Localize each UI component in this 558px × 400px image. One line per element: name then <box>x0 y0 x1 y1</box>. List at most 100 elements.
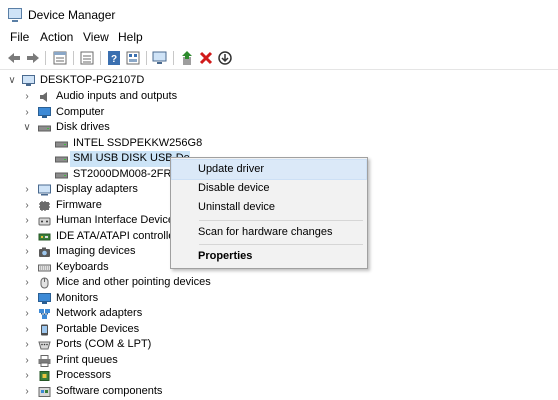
tree-item-ports[interactable]: › Ports (COM & LPT) <box>0 337 400 353</box>
title-bar: Device Manager <box>0 0 558 28</box>
toolbar-separator <box>100 51 101 65</box>
tree-item-label: Monitors <box>56 292 99 304</box>
tree-item-label: Audio inputs and outputs <box>56 90 178 102</box>
disk-drive-icon <box>55 141 68 148</box>
device-manager-icon <box>8 8 22 22</box>
chevron-right-icon[interactable]: › <box>22 91 32 103</box>
camera-icon <box>39 247 50 257</box>
tree-item-portable[interactable]: › Portable Devices <box>0 322 400 338</box>
menu-separator <box>199 244 363 245</box>
tree-item-label: IDE ATA/ATAPI controllers <box>56 230 184 242</box>
chevron-right-icon[interactable]: › <box>22 308 32 320</box>
scan-computer-icon[interactable] <box>152 50 168 66</box>
computer-icon <box>22 75 35 86</box>
tree-root-label: DESKTOP-PG2107D <box>40 74 145 86</box>
tree-item-mice[interactable]: › Mice and other pointing devices <box>0 275 400 291</box>
tree-item-label: Human Interface Devices <box>56 214 180 226</box>
forward-arrow-icon[interactable] <box>25 50 41 66</box>
menu-view[interactable]: View <box>83 30 109 44</box>
tree-item-label: Software components <box>56 385 163 397</box>
speaker-icon <box>40 92 47 102</box>
menu-item-uninstall-device[interactable]: Uninstall device <box>172 198 366 217</box>
chevron-right-icon[interactable]: › <box>22 324 32 336</box>
chevron-down-icon[interactable]: ∨ <box>22 122 32 134</box>
menu-item-label: Uninstall device <box>198 201 276 213</box>
keyboard-icon <box>38 264 51 272</box>
chevron-down-icon[interactable]: ∨ <box>7 75 17 87</box>
chevron-right-icon[interactable]: › <box>22 262 32 274</box>
display-adapter-icon <box>38 184 51 196</box>
tree-item-label: Keyboards <box>56 261 109 273</box>
update-driver-icon[interactable] <box>179 50 195 66</box>
disable-icon[interactable] <box>217 50 233 66</box>
printer-icon <box>38 355 51 367</box>
monitor-icon <box>38 293 51 304</box>
chevron-right-icon[interactable]: › <box>22 215 32 227</box>
window-title: Device Manager <box>28 8 116 22</box>
menu-item-label: Scan for hardware changes <box>198 226 333 238</box>
tree-item-disk-intel[interactable]: INTEL SSDPEKKW256G8 <box>0 136 400 152</box>
chevron-right-icon[interactable]: › <box>22 339 32 351</box>
toolbar: ? <box>0 47 558 70</box>
mouse-icon <box>40 277 49 289</box>
chevron-right-icon[interactable]: › <box>22 184 32 196</box>
tree-item-label: Network adapters <box>56 307 143 319</box>
chevron-right-icon[interactable]: › <box>22 386 32 398</box>
chevron-right-icon[interactable]: › <box>22 200 32 212</box>
menu-item-scan-hardware[interactable]: Scan for hardware changes <box>172 223 366 242</box>
menu-item-disable-device[interactable]: Disable device <box>172 179 366 198</box>
menu-file[interactable]: File <box>10 30 29 44</box>
menu-item-label: Update driver <box>198 163 265 175</box>
menu-separator <box>199 220 363 221</box>
tree-item-audio[interactable]: › Audio inputs and outputs <box>0 89 400 105</box>
toolbar-separator <box>173 51 174 65</box>
view-icon[interactable] <box>79 50 95 66</box>
chevron-right-icon[interactable]: › <box>22 277 32 289</box>
software-component-icon <box>38 387 51 397</box>
tree-item-disk-drives[interactable]: ∨ Disk drives <box>0 120 400 136</box>
help-icon[interactable]: ? <box>106 50 122 66</box>
tree-item-processors[interactable]: › Processors <box>0 368 400 384</box>
tree-item-label: Firmware <box>56 199 102 211</box>
chevron-right-icon[interactable]: › <box>22 293 32 305</box>
chevron-right-icon[interactable]: › <box>22 355 32 367</box>
ide-controller-icon <box>38 233 51 241</box>
resources-icon[interactable] <box>125 50 141 66</box>
tree-item-monitors[interactable]: › Monitors <box>0 291 400 307</box>
uninstall-icon[interactable] <box>198 50 214 66</box>
tree-item-software-components[interactable]: › Software components <box>0 384 400 400</box>
chevron-right-icon[interactable]: › <box>22 246 32 258</box>
tree-item-print-queues[interactable]: › Print queues <box>0 353 400 369</box>
tree-item-computer[interactable]: › Computer <box>0 105 400 121</box>
context-menu: Update driver Disable device Uninstall d… <box>170 157 368 269</box>
tree-item-label: Portable Devices <box>56 323 140 335</box>
disk-drive-icon <box>55 172 68 179</box>
menu-item-update-driver[interactable]: Update driver <box>171 159 367 180</box>
chevron-right-icon[interactable]: › <box>22 231 32 243</box>
tree-root[interactable]: ∨ DESKTOP-PG2107D <box>0 73 400 89</box>
tree-item-network[interactable]: › Network adapters <box>0 306 400 322</box>
toolbar-separator <box>73 51 74 65</box>
menu-help[interactable]: Help <box>118 30 143 44</box>
disk-drive-icon <box>38 125 51 132</box>
portable-device-icon <box>41 324 48 336</box>
tree-item-label: Disk drives <box>56 121 110 133</box>
network-adapter-icon <box>39 309 50 319</box>
chevron-right-icon[interactable]: › <box>22 107 32 119</box>
menu-item-label: Disable device <box>198 182 270 194</box>
port-icon <box>38 341 51 350</box>
hid-icon <box>38 217 51 226</box>
svg-text:?: ? <box>111 54 117 65</box>
menu-action[interactable]: Action <box>40 30 73 44</box>
chevron-right-icon[interactable]: › <box>22 370 32 382</box>
menu-bar: File Action View Help <box>0 28 558 46</box>
back-arrow-icon[interactable] <box>6 50 22 66</box>
toolbar-separator <box>45 51 46 65</box>
tree-item-label: Ports (COM & LPT) <box>56 338 152 350</box>
properties-icon[interactable] <box>52 50 68 66</box>
menu-item-label: Properties <box>198 250 253 262</box>
menu-item-properties[interactable]: Properties <box>172 247 366 266</box>
tree-item-label: Print queues <box>56 354 118 366</box>
tree-item-label: ST2000DM008-2FR10 <box>73 168 184 180</box>
processor-icon <box>39 371 50 381</box>
